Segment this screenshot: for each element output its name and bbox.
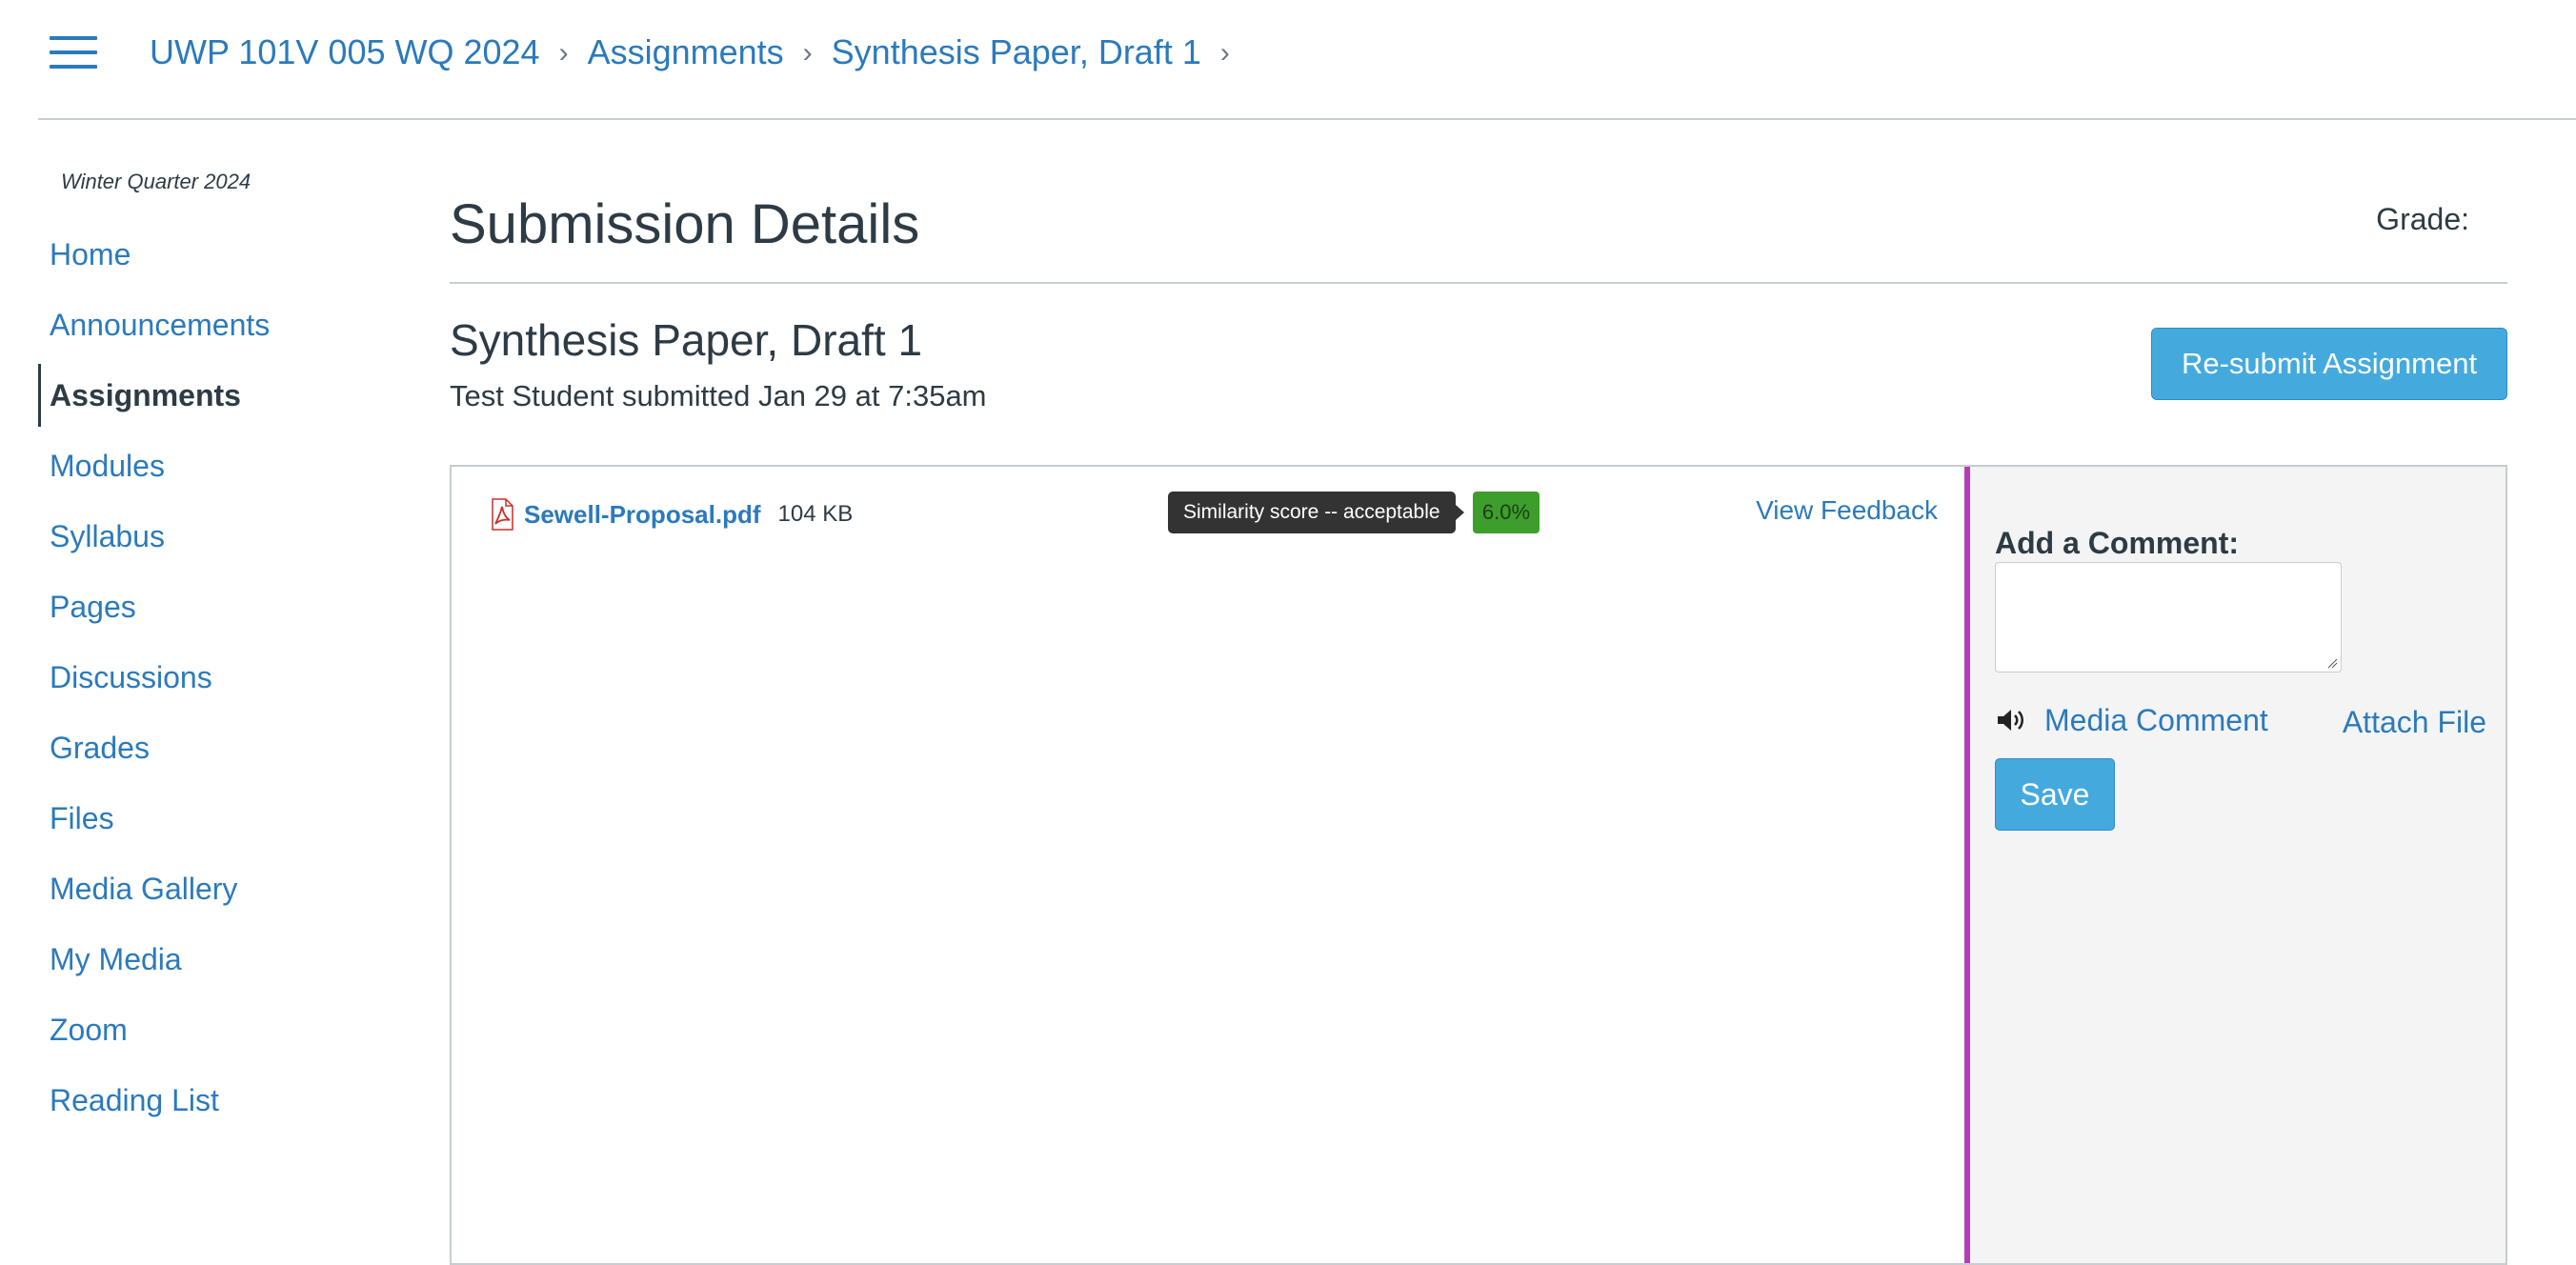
- comment-sidebar: Add a Comment: Media Comment Attach File…: [1970, 467, 2506, 1263]
- sidebar-item-modules[interactable]: Modules: [0, 431, 400, 501]
- chevron-right-icon: ›: [558, 37, 569, 69]
- hamburger-menu-icon[interactable]: [50, 36, 97, 69]
- breadcrumb-assignment-link[interactable]: Synthesis Paper, Draft 1: [832, 32, 1201, 72]
- submitted-file-area: Sewell-Proposal.pdf 104 KB Similarity sc…: [452, 467, 1964, 1263]
- speaker-icon: [1998, 710, 2023, 731]
- sidebar-item-grades[interactable]: Grades: [0, 713, 400, 783]
- top-navigation-bar: UWP 101V 005 WQ 2024 › Assignments › Syn…: [0, 0, 2576, 118]
- course-navigation: Winter Quarter 2024 Home Announcements A…: [0, 120, 400, 1242]
- sidebar-item-media-gallery[interactable]: Media Gallery: [0, 853, 400, 924]
- term-label: Winter Quarter 2024: [61, 170, 252, 193]
- pdf-icon: [486, 497, 516, 532]
- file-size: 104 KB: [777, 501, 854, 527]
- sidebar-item-syllabus[interactable]: Syllabus: [0, 501, 400, 572]
- sidebar-item-my-media[interactable]: My Media: [0, 924, 400, 994]
- chevron-right-icon: ›: [802, 37, 813, 69]
- similarity-tooltip: Similarity score -- acceptable: [1168, 492, 1464, 533]
- resize-grip-icon[interactable]: [2326, 657, 2338, 669]
- sidebar-item-announcements[interactable]: Announcements: [0, 290, 400, 360]
- sidebar-item-home[interactable]: Home: [0, 219, 400, 290]
- assignment-title: Synthesis Paper, Draft 1: [450, 315, 923, 365]
- title-divider: [450, 282, 2507, 284]
- submission-info: Test Student submitted Jan 29 at 7:35am: [450, 379, 987, 412]
- sidebar-item-assignments[interactable]: Assignments: [0, 360, 400, 431]
- breadcrumb: UWP 101V 005 WQ 2024 › Assignments › Syn…: [150, 29, 1249, 76]
- similarity-score-badge[interactable]: 6.0%: [1473, 492, 1540, 533]
- breadcrumb-course-link[interactable]: UWP 101V 005 WQ 2024: [150, 32, 540, 72]
- save-button[interactable]: Save: [1995, 758, 2115, 831]
- submission-panel: Sewell-Proposal.pdf 104 KB Similarity sc…: [450, 465, 2507, 1265]
- grade-label: Grade:: [2376, 202, 2469, 236]
- sidebar-item-reading-list[interactable]: Reading List: [0, 1065, 400, 1135]
- view-feedback-link[interactable]: View Feedback: [1756, 495, 1938, 526]
- main-content: Submission Details Grade: Synthesis Pape…: [450, 120, 2507, 1265]
- resubmit-assignment-button[interactable]: Re-submit Assignment: [2151, 328, 2507, 400]
- media-comment-row[interactable]: Media Comment: [1995, 701, 2268, 739]
- sidebar-item-pages[interactable]: Pages: [0, 572, 400, 642]
- page-title: Submission Details: [450, 193, 920, 255]
- sidebar-item-files[interactable]: Files: [0, 783, 400, 853]
- sidebar-item-discussions[interactable]: Discussions: [0, 642, 400, 713]
- sidebar-item-zoom[interactable]: Zoom: [0, 994, 400, 1065]
- breadcrumb-assignments-link[interactable]: Assignments: [588, 32, 784, 72]
- attach-file-link[interactable]: Attach File: [2343, 705, 2486, 740]
- add-comment-label: Add a Comment:: [1995, 526, 2239, 560]
- file-row: Sewell-Proposal.pdf 104 KB: [486, 495, 853, 533]
- media-comment-link[interactable]: Media Comment: [2044, 703, 2268, 738]
- file-link[interactable]: Sewell-Proposal.pdf: [524, 500, 761, 530]
- chevron-right-icon: ›: [1219, 37, 1230, 69]
- comment-textarea[interactable]: [1995, 562, 2342, 673]
